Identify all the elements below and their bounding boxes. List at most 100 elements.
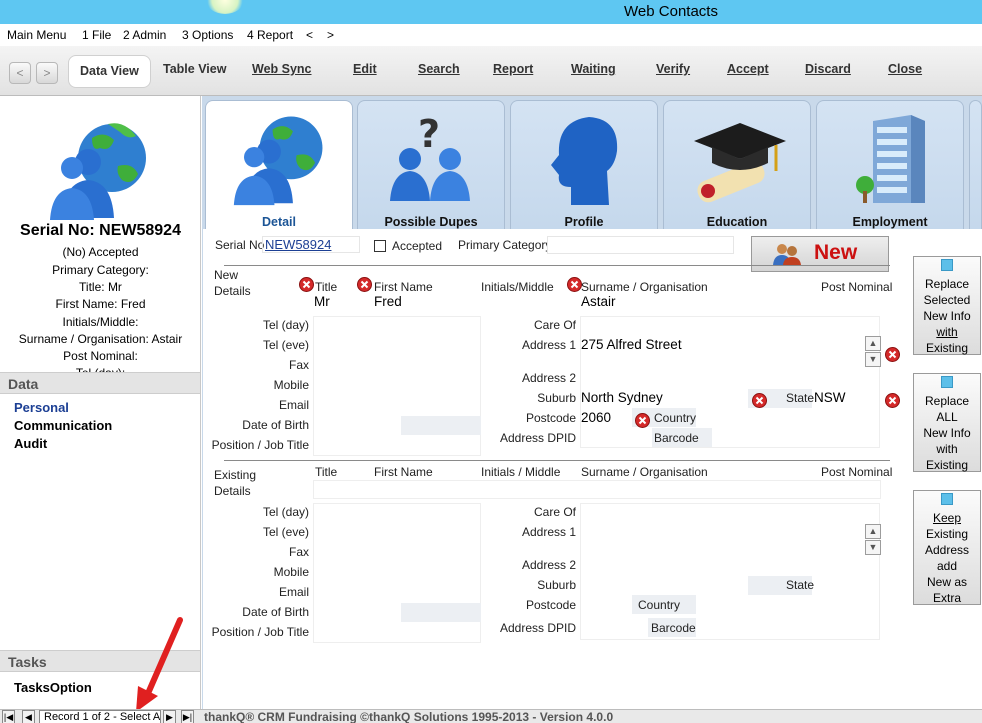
new-details-label: New <box>214 268 239 282</box>
new-first-name-value[interactable]: Fred <box>374 294 402 309</box>
email-label: Email <box>278 398 309 412</box>
existing-contact-fields[interactable] <box>313 503 481 643</box>
existing-fax-label: Fax <box>288 545 309 559</box>
btn-line: Replace <box>924 394 970 408</box>
primary-category-field[interactable] <box>547 236 734 254</box>
existing-first-name-col-label: First Name <box>374 465 433 479</box>
existing-surname-col-label: Surname / Organisation <box>581 465 708 479</box>
serial-no-link[interactable]: NEW58924 <box>262 236 360 253</box>
new-address-fields[interactable] <box>580 316 880 448</box>
menu-file[interactable]: 1 File <box>82 28 111 42</box>
data-view-button[interactable]: Data View <box>68 55 151 88</box>
menu-options[interactable]: 3 Options <box>182 28 233 42</box>
sidebar-item-communication[interactable]: Communication <box>14 418 112 433</box>
tab-detail[interactable]: Detail <box>205 100 353 229</box>
new-badge-text: New <box>814 241 858 264</box>
existing-barcode-label: Barcode <box>651 621 696 635</box>
clear-icon[interactable] <box>635 413 650 428</box>
first-name-col-label: First Name <box>374 280 433 294</box>
existing-dob-field[interactable] <box>401 603 481 622</box>
verify-button[interactable]: Verify <box>656 62 690 76</box>
btn-line: add <box>936 559 958 573</box>
new-suburb-value[interactable]: North Sydney <box>581 390 663 405</box>
menu-scroll-right[interactable]: > <box>327 28 334 42</box>
sidebar: Serial No: NEW58924 (No) Accepted Primar… <box>0 96 201 712</box>
tab-profile-label: Profile <box>564 215 604 229</box>
search-button[interactable]: Search <box>418 62 460 76</box>
replace-selected-button[interactable]: Replace Selected New Info with Existing <box>913 256 981 355</box>
waiting-button[interactable]: Waiting <box>571 62 616 76</box>
new-title-value[interactable]: Mr <box>314 294 330 309</box>
window-title: Web Contacts <box>624 3 718 20</box>
sidebar-item-audit[interactable]: Audit <box>14 436 47 451</box>
tab-profile[interactable]: Profile <box>510 100 658 229</box>
tab-employment[interactable]: Employment <box>816 100 964 229</box>
existing-address-fields[interactable] <box>580 503 880 640</box>
existing-email-label: Email <box>278 585 309 599</box>
keep-existing-address-button[interactable]: Keep Existing Address add New as Extra <box>913 490 981 605</box>
existing-country-label: Country <box>638 598 681 612</box>
tab-education[interactable]: Education <box>663 100 811 229</box>
clear-icon[interactable] <box>885 347 900 362</box>
new-address1-value[interactable]: 275 Alfred Street <box>581 337 682 352</box>
accepted-checkbox[interactable] <box>374 240 386 252</box>
new-postcode-value[interactable]: 2060 <box>581 410 611 425</box>
next-record-button[interactable]: ▶ <box>163 710 176 723</box>
tab-more[interactable] <box>969 100 982 229</box>
clear-icon[interactable] <box>357 277 372 292</box>
copyright-text: thankQ® CRM Fundraising ©thankQ Solution… <box>204 710 614 723</box>
first-record-button[interactable]: |◀ <box>2 710 15 723</box>
scroll-up-button[interactable]: ▲ <box>865 336 881 351</box>
new-state-value[interactable]: NSW <box>814 390 846 405</box>
existing-address1-label: Address 1 <box>521 525 576 539</box>
scroll-down-button[interactable]: ▼ <box>865 352 881 367</box>
close-button[interactable]: Close <box>888 62 922 76</box>
serial-heading: Serial No: NEW58924 <box>20 222 181 239</box>
last-record-button[interactable]: ▶| <box>181 710 194 723</box>
sidebar-item-tasks-option[interactable]: TasksOption <box>14 680 92 695</box>
existing-title-col-label: Title <box>315 465 338 479</box>
clear-icon[interactable] <box>299 277 314 292</box>
back-button[interactable]: < <box>9 62 31 84</box>
accept-button[interactable]: Accept <box>727 62 769 76</box>
menu-admin[interactable]: 2 Admin <box>123 28 166 42</box>
duplicate-people-icon: ? <box>390 113 470 201</box>
menu-report[interactable]: 4 Report <box>247 28 293 42</box>
tab-possible-dupes[interactable]: ? Possible Dupes <box>357 100 505 229</box>
menu-main-menu[interactable]: Main Menu <box>7 28 66 42</box>
existing-position-label: Position / Job Title <box>211 625 309 639</box>
discard-button[interactable]: Discard <box>805 62 851 76</box>
info-primary-category: Primary Category: <box>52 263 149 277</box>
clear-icon[interactable] <box>752 393 767 408</box>
menu-scroll-left[interactable]: < <box>306 28 313 42</box>
prev-record-button[interactable]: ◀ <box>22 710 35 723</box>
table-view-button[interactable]: Table View <box>163 62 226 76</box>
btn-line: New Info <box>923 309 971 323</box>
data-section-header[interactable]: Data <box>0 372 200 394</box>
title-col-label: Title <box>315 280 338 294</box>
sidebar-item-personal[interactable]: Personal <box>14 400 69 415</box>
clear-icon[interactable] <box>567 277 582 292</box>
existing-details-label: Existing <box>214 468 257 482</box>
existing-scroll-down-button[interactable]: ▼ <box>865 540 881 555</box>
office-building-icon <box>856 115 925 203</box>
forward-button[interactable]: > <box>36 62 58 84</box>
existing-scroll-up-button[interactable]: ▲ <box>865 524 881 539</box>
record-navigator[interactable]: Record 1 of 2 - Select A <box>39 710 161 723</box>
tab-employment-label: Employment <box>852 215 928 229</box>
existing-mobile-label: Mobile <box>273 565 309 579</box>
tel-day-label: Tel (day) <box>262 318 309 332</box>
clear-icon[interactable] <box>885 393 900 408</box>
new-contact-fields[interactable] <box>313 316 481 456</box>
report-button[interactable]: Report <box>493 62 533 76</box>
new-dob-field[interactable] <box>401 416 481 435</box>
replace-all-button[interactable]: Replace ALL New Info with Existing <box>913 373 981 472</box>
existing-state-label: State <box>786 578 815 592</box>
existing-dob-label: Date of Birth <box>242 605 309 619</box>
web-sync-button[interactable]: Web Sync <box>252 62 312 76</box>
dob-label: Date of Birth <box>242 418 309 432</box>
existing-name-fields[interactable] <box>313 480 881 499</box>
new-surname-value[interactable]: Astair <box>581 294 616 309</box>
country-label: Country <box>654 411 697 425</box>
edit-button[interactable]: Edit <box>353 62 377 76</box>
